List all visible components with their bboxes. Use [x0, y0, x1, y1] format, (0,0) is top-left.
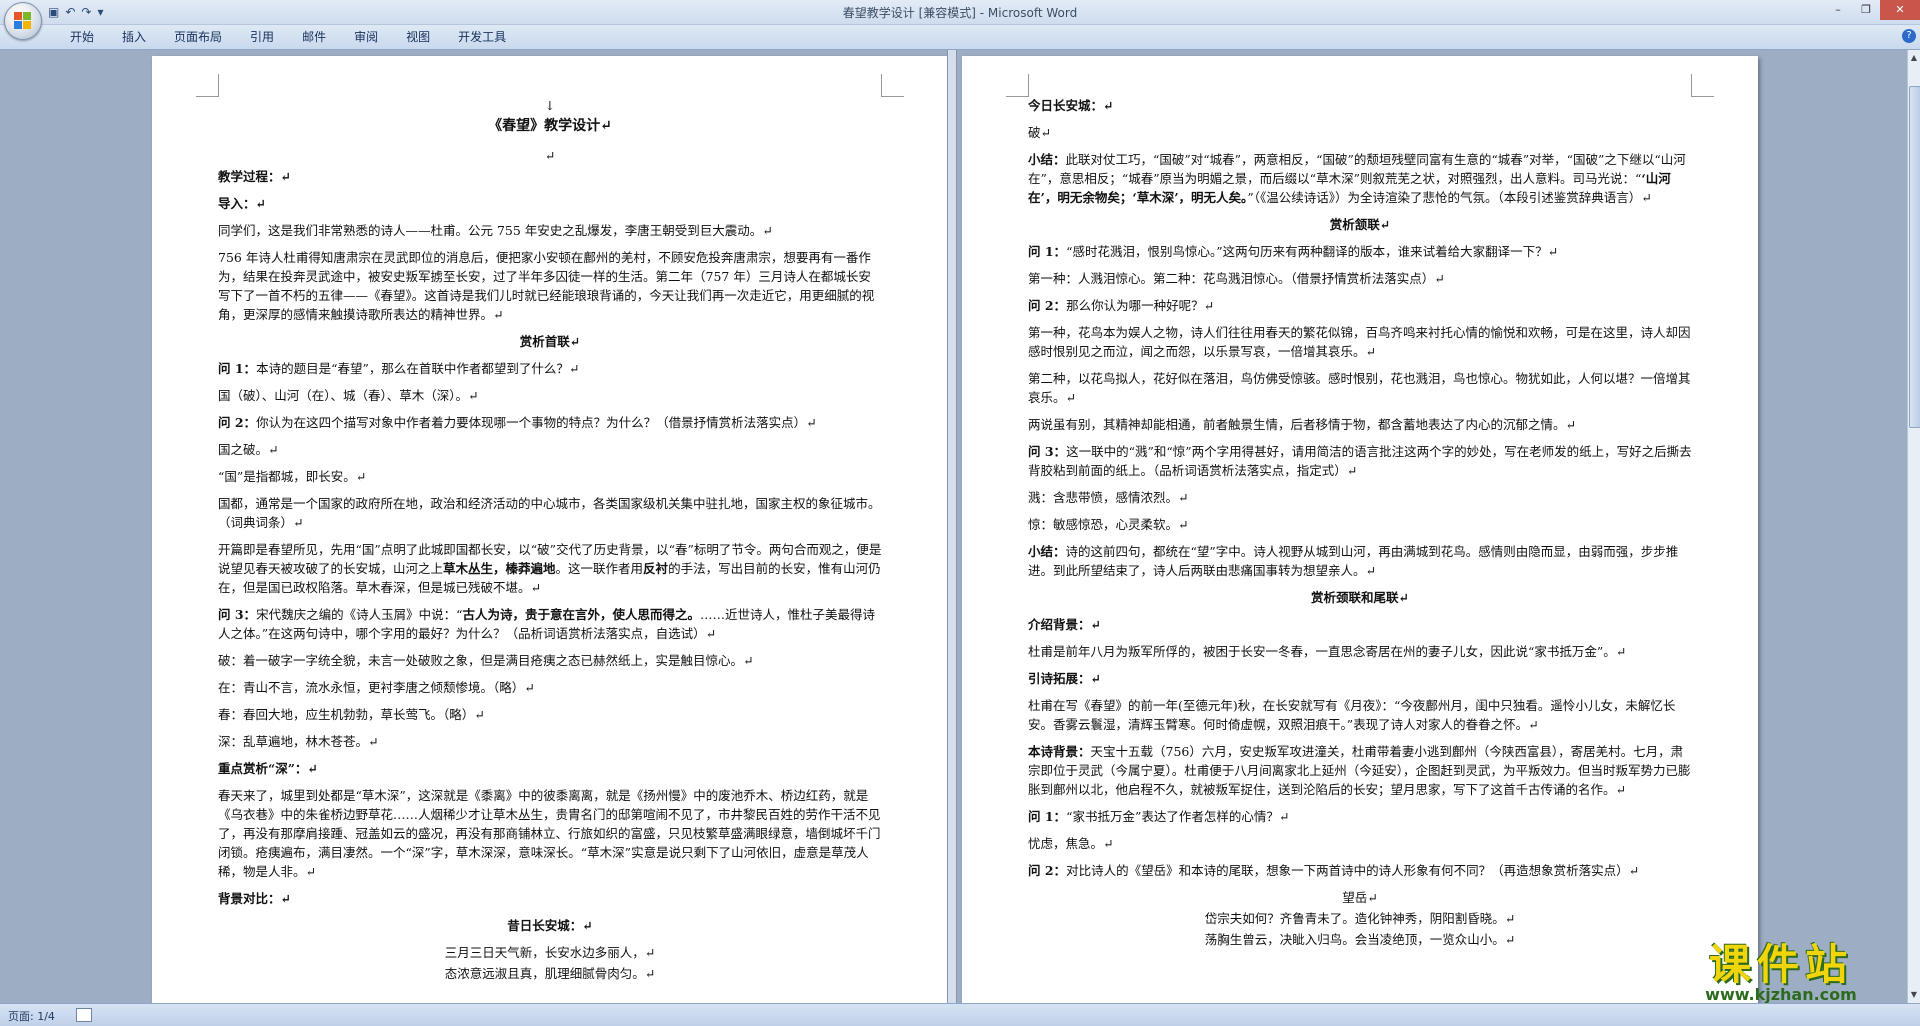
document-workspace: ↓ 《春望》教学设计↵ ↵ 教学过程：↵ 导入：↵ 同学们，这是我们非常熟悉的诗… [0, 50, 1908, 1003]
body-paragraph: 开篇即是春望所见，先用“国”点明了此城即国都长安，以“破”交代了历史背景，以“春… [218, 542, 882, 595]
body-paragraph: 破↵ [1028, 125, 1051, 140]
section-label: 引诗拓展：↵ [1028, 671, 1101, 686]
section-label: 导入：↵ [218, 196, 266, 211]
office-button[interactable] [4, 2, 42, 40]
tab-home[interactable]: 开始 [56, 25, 108, 49]
answer: 深：乱草遍地，林木苍苍。↵ [218, 734, 379, 749]
tab-mailings[interactable]: 邮件 [288, 25, 340, 49]
answer: 国（破）、山河（在）、城（春）、草木（深）。↵ [218, 388, 479, 403]
margin-corner-mark [881, 74, 904, 97]
body-paragraph: 756 年诗人杜甫得知唐肃宗在灵武即位的消息后，便把家小安顿在鄜州的羌村，不顾安… [218, 250, 875, 322]
office-logo-icon [14, 12, 32, 30]
document-page-right[interactable]: 今日长安城：↵ 破↵ 小结：此联对仗工巧，“国破”对“城春”，两意相反，“国破”… [962, 56, 1758, 1003]
page-content: 今日长安城：↵ 破↵ 小结：此联对仗工巧，“国破”对“城春”，两意相反，“国破”… [1028, 96, 1692, 951]
section-label: 背景对比：↵ [218, 891, 291, 906]
margin-corner-mark [1691, 74, 1714, 97]
section-label: 重点赏析“深”：↵ [218, 761, 318, 776]
empty-paragraph: ↵ [544, 148, 556, 163]
tab-developer[interactable]: 开发工具 [444, 25, 520, 49]
question: 问 1：本诗的题目是“春望”，那么在首联中作者都望到了什么？↵ [218, 361, 580, 376]
body-paragraph: 杜甫是前年八月为叛军所俘的，被困于长安一冬春，一直思念寄居在州的妻子儿女，因此说… [1028, 644, 1627, 659]
answer: “国”是指都城，即长安。↵ [218, 469, 367, 484]
tab-view[interactable]: 视图 [392, 25, 444, 49]
poem-line: 荡胸生曾云，决眦入归鸟。会当凌绝顶，一览众山小。↵ [1204, 932, 1516, 947]
close-button[interactable]: ✕ [1880, 0, 1920, 20]
body-paragraph: 杜甫在写《春望》的前一年(至德元年)秋，在长安就写有《月夜》：“今夜鄜州月，闺中… [1028, 698, 1676, 732]
body-paragraph: 春天来了，城里到处都是“草木深”，这深就是《黍离》中的彼黍离离，就是《扬州慢》中… [218, 788, 881, 879]
tab-review[interactable]: 审阅 [340, 25, 392, 49]
paragraph-mark: ↓ [544, 98, 556, 113]
tab-page-layout[interactable]: 页面布局 [160, 25, 236, 49]
page-content: ↓ 《春望》教学设计↵ ↵ 教学过程：↵ 导入：↵ 同学们，这是我们非常熟悉的诗… [218, 96, 882, 985]
minimize-button[interactable]: – [1824, 0, 1852, 20]
subheading: 昔日长安城：↵ [507, 918, 593, 933]
question: 问 3：宋代魏庆之编的《诗人玉屑》中说：“古人为诗，贵于意在言外，使人思而得之。… [218, 607, 875, 641]
answer: 国之破。↵ [218, 442, 279, 457]
proofing-icon[interactable] [76, 1008, 92, 1022]
question: 问 2：对比诗人的《望岳》和本诗的尾联，想象一下两首诗中的诗人形象有何不同？（再… [1028, 863, 1640, 878]
scrollbar-thumb[interactable] [1909, 86, 1920, 428]
vertical-scrollbar[interactable]: ▲ ▼ [1907, 50, 1920, 1003]
tab-references[interactable]: 引用 [236, 25, 288, 49]
answer: 忧虑，焦急。↵ [1028, 836, 1114, 851]
section-label: 介绍背景：↵ [1028, 617, 1101, 632]
section-label: 教学过程：↵ [218, 169, 291, 184]
document-page-left[interactable]: ↓ 《春望》教学设计↵ ↵ 教学过程：↵ 导入：↵ 同学们，这是我们非常熟悉的诗… [152, 56, 948, 1003]
window-controls: – ❐ ✕ [1824, 0, 1920, 20]
question: 问 3：这一联中的“溅”和“惊”两个字用得甚好，请用简洁的语言批注这两个字的妙处… [1028, 444, 1692, 478]
document-title: 《春望》教学设计↵ [488, 118, 612, 134]
section-heading: 赏析颔联↵ [1329, 217, 1391, 232]
answer: 溅：含悲带愤，感情浓烈。↵ [1028, 490, 1189, 505]
scroll-up-icon[interactable]: ▲ [1908, 52, 1920, 64]
body-paragraph: 本诗背景：天宝十五载（756）六月，安史叛军攻进潼关，杜甫带着妻小逃到鄜州（今陕… [1028, 744, 1691, 797]
answer: 第二种，以花鸟拟人，花好似在落泪，鸟仿佛受惊骇。感时恨别，花也溅泪，鸟也惊心。物… [1028, 371, 1691, 405]
answer: 国都，通常是一个国家的政府所在地，政治和经济活动的中心城市，各类国家级机关集中驻… [218, 496, 881, 530]
question: 问 1：“家书抵万金”表达了作者怎样的心情？↵ [1028, 809, 1290, 824]
answer: 两说虽有别，其精神却能相通，前者触景生情，后者移情于物，都含蓄地表达了内心的沉郁… [1028, 417, 1576, 432]
watermark-url: www.kjzhan.com [1705, 985, 1857, 1004]
page-splitter [947, 50, 957, 1003]
title-bar: ▣ ↶ ↷ ▾ 春望教学设计 [兼容模式] - Microsoft Word –… [0, 0, 1920, 40]
status-bar: 页面: 1/4 [0, 1003, 1920, 1026]
poem-line: 三月三日天气新，长安水边多丽人，↵ [444, 945, 656, 960]
body-paragraph: 同学们，这是我们非常熟悉的诗人——杜甫。公元 755 年安史之乱爆发，李唐王朝受… [218, 223, 773, 238]
site-watermark-logo: 课件站 www.kjzhan.com [1656, 943, 1906, 1003]
margin-corner-mark [1006, 74, 1029, 97]
margin-corner-mark [196, 74, 219, 97]
summary: 小结：诗的这前四句，都统在“望”字中。诗人视野从城到山河，再由满城到花鸟。感情则… [1028, 544, 1679, 578]
section-heading: 赏析首联↵ [519, 334, 581, 349]
question: 问 2：那么你认为哪一种好呢？↵ [1028, 298, 1215, 313]
answer: 第一种：人溅泪惊心。第二种：花鸟溅泪惊心。（借景抒情赏析法落实点）↵ [1028, 271, 1445, 286]
restore-button[interactable]: ❐ [1852, 0, 1880, 20]
poem-line: 态浓意远淑且真，肌理细腻骨肉匀。↵ [444, 966, 656, 981]
ribbon-tab-bar: 开始 插入 页面布局 引用 邮件 审阅 视图 开发工具 ? [0, 25, 1920, 50]
page-counter[interactable]: 页面: 1/4 [8, 1008, 55, 1024]
tab-insert[interactable]: 插入 [108, 25, 160, 49]
watermark-main-text: 课件站 [1708, 940, 1853, 989]
window-title: 春望教学设计 [兼容模式] - Microsoft Word [842, 6, 1078, 20]
answer: 在：青山不言，流水永恒，更衬李唐之倾颓惨境。（略）↵ [218, 680, 535, 695]
help-icon[interactable]: ? [1902, 29, 1916, 43]
summary: 小结：此联对仗工巧，“国破”对“城春”，两意相反，“国破”的颓垣残壁同富有生意的… [1028, 152, 1686, 205]
question: 问 1：“感时花溅泪，恨别鸟惊心。”这两句历来有两种翻译的版本，谁来试着给大家翻… [1028, 244, 1559, 259]
poem-line: 岱宗夫如何？齐鲁青未了。造化钟神秀，阴阳割昏晓。↵ [1204, 911, 1516, 926]
poem-title: 望岳↵ [1342, 890, 1378, 905]
section-label: 今日长安城：↵ [1028, 98, 1114, 113]
section-heading: 赏析颈联和尾联↵ [1311, 590, 1409, 605]
answer: 第一种，花鸟本为娱人之物，诗人们往往用春天的繁花似锦，百鸟齐鸣来衬托心情的愉悦和… [1028, 325, 1691, 359]
answer: 惊：敏感惊恐，心灵柔软。↵ [1028, 517, 1189, 532]
question: 问 2：你认为在这四个描写对象中作者着力要体现哪一个事物的特点？为什么？（借景抒… [218, 415, 817, 430]
scroll-down-icon[interactable]: ▼ [1908, 989, 1920, 1001]
answer: 破：着一破字一字统全貌，未言一处破败之象，但是满目疮痍之态已赫然纸上，实是触目惊… [218, 653, 754, 668]
answer: 春：春回大地，应生机勃勃，草长莺飞。（略）↵ [218, 707, 485, 722]
